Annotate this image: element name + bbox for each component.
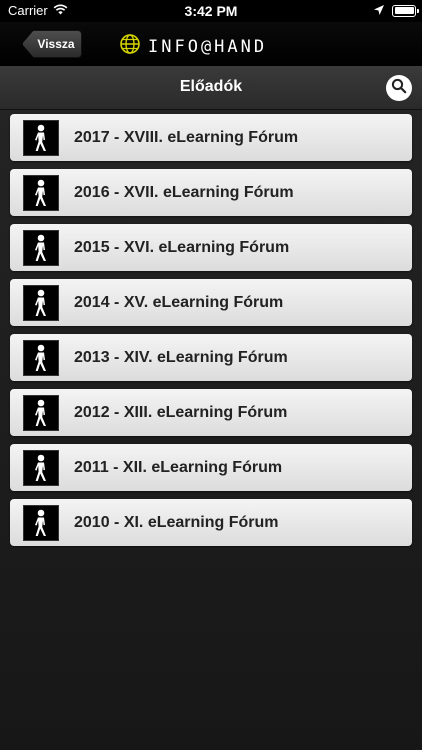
list-item[interactable]: 2014 - XV. eLearning Fórum	[10, 279, 412, 326]
list-item-label: 2010 - XI. eLearning Fórum	[74, 513, 279, 531]
list-item[interactable]: 2011 - XII. eLearning Fórum	[10, 444, 412, 491]
pedestrian-walk-icon	[23, 284, 59, 321]
list-item[interactable]: 2017 - XVIII. eLearning Fórum	[10, 114, 412, 161]
back-button[interactable]: Vissza	[22, 30, 82, 58]
list-item[interactable]: 2012 - XIII. eLearning Fórum	[10, 389, 412, 436]
app-screen: Carrier 3:42 PM Vissza INFO@HAND Előadók…	[0, 0, 422, 750]
pedestrian-walk-icon	[23, 229, 59, 266]
pedestrian-walk-icon	[23, 504, 59, 541]
status-time: 3:42 PM	[184, 3, 238, 19]
list-item-label: 2015 - XVI. eLearning Fórum	[74, 238, 290, 256]
list-item[interactable]: 2015 - XVI. eLearning Fórum	[10, 224, 412, 271]
list-item-label: 2013 - XIV. eLearning Fórum	[74, 348, 288, 366]
pedestrian-walk-icon	[23, 449, 59, 486]
list-item-label: 2012 - XIII. eLearning Fórum	[74, 403, 288, 421]
list-item[interactable]: 2010 - XI. eLearning Fórum	[10, 499, 412, 546]
title-bar: Előadók	[0, 66, 422, 110]
location-arrow-icon	[374, 3, 384, 18]
list-item[interactable]: 2013 - XIV. eLearning Fórum	[10, 334, 412, 381]
app-logo: INFO@HAND	[118, 32, 267, 61]
status-bar: Carrier 3:42 PM	[0, 0, 422, 22]
page-title: Előadók	[179, 78, 243, 95]
back-button-label: Vissza	[37, 37, 75, 51]
search-icon	[391, 78, 407, 99]
logo-text: INFO@HAND	[148, 36, 268, 57]
pedestrian-walk-icon	[23, 394, 59, 431]
list-item[interactable]: 2016 - XVII. eLearning Fórum	[10, 169, 412, 216]
pedestrian-walk-icon	[23, 339, 59, 376]
pedestrian-walk-icon	[23, 119, 59, 156]
pedestrian-walk-icon	[23, 174, 59, 211]
top-header: Vissza INFO@HAND	[0, 22, 422, 66]
battery-icon	[392, 4, 419, 17]
forum-list: 2017 - XVIII. eLearning Fórum 2016 - XVII…	[10, 114, 412, 554]
list-item-label: 2017 - XVIII. eLearning Fórum	[74, 128, 299, 146]
list-item-label: 2016 - XVII. eLearning Fórum	[74, 183, 294, 201]
list-item-label: 2011 - XII. eLearning Fórum	[74, 458, 283, 476]
status-right	[374, 3, 419, 18]
list-item-label: 2014 - XV. eLearning Fórum	[74, 293, 284, 311]
globe-signal-icon	[118, 32, 142, 61]
search-button[interactable]	[386, 75, 412, 101]
